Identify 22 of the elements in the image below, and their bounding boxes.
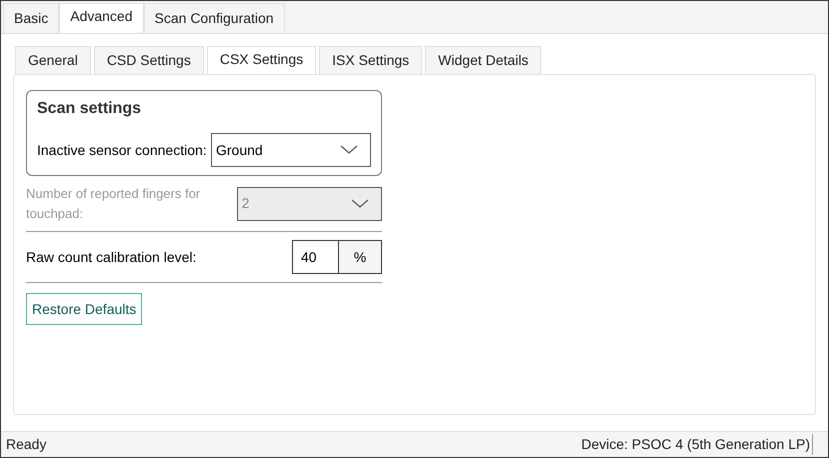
dropdown-value: Ground	[216, 140, 263, 160]
tab[interactable]: Scan Configuration	[144, 3, 285, 33]
chevron-down-icon	[351, 198, 369, 208]
dropdown-value: 2	[242, 194, 250, 213]
tab[interactable]: CSX Settings	[206, 46, 316, 74]
device-status: Device: PSOC 4 (5th Generation LP)	[581, 434, 813, 455]
tab[interactable]: Advanced	[59, 3, 144, 33]
status-text: Ready	[6, 435, 46, 454]
tab[interactable]: ISX Settings	[319, 46, 422, 74]
dropdown[interactable]: Ground	[211, 133, 371, 167]
tab[interactable]: General	[15, 46, 91, 74]
chevron-down-icon	[340, 145, 358, 155]
field-label: Inactive sensor connection:	[37, 140, 207, 160]
tab[interactable]: Basic	[3, 3, 60, 33]
tab[interactable]: Widget Details	[425, 46, 542, 74]
field-label: Raw count calibration level:	[26, 248, 196, 266]
field-label: Number of reported fingers for touchpad:	[26, 185, 202, 223]
number-field[interactable]: 40 %	[292, 240, 382, 274]
unit-label: %	[339, 241, 381, 273]
group-title: Scan settings	[37, 99, 142, 119]
restore-defaults-button[interactable]: Restore Defaults	[26, 293, 142, 325]
tab[interactable]: CSD Settings	[94, 46, 204, 74]
